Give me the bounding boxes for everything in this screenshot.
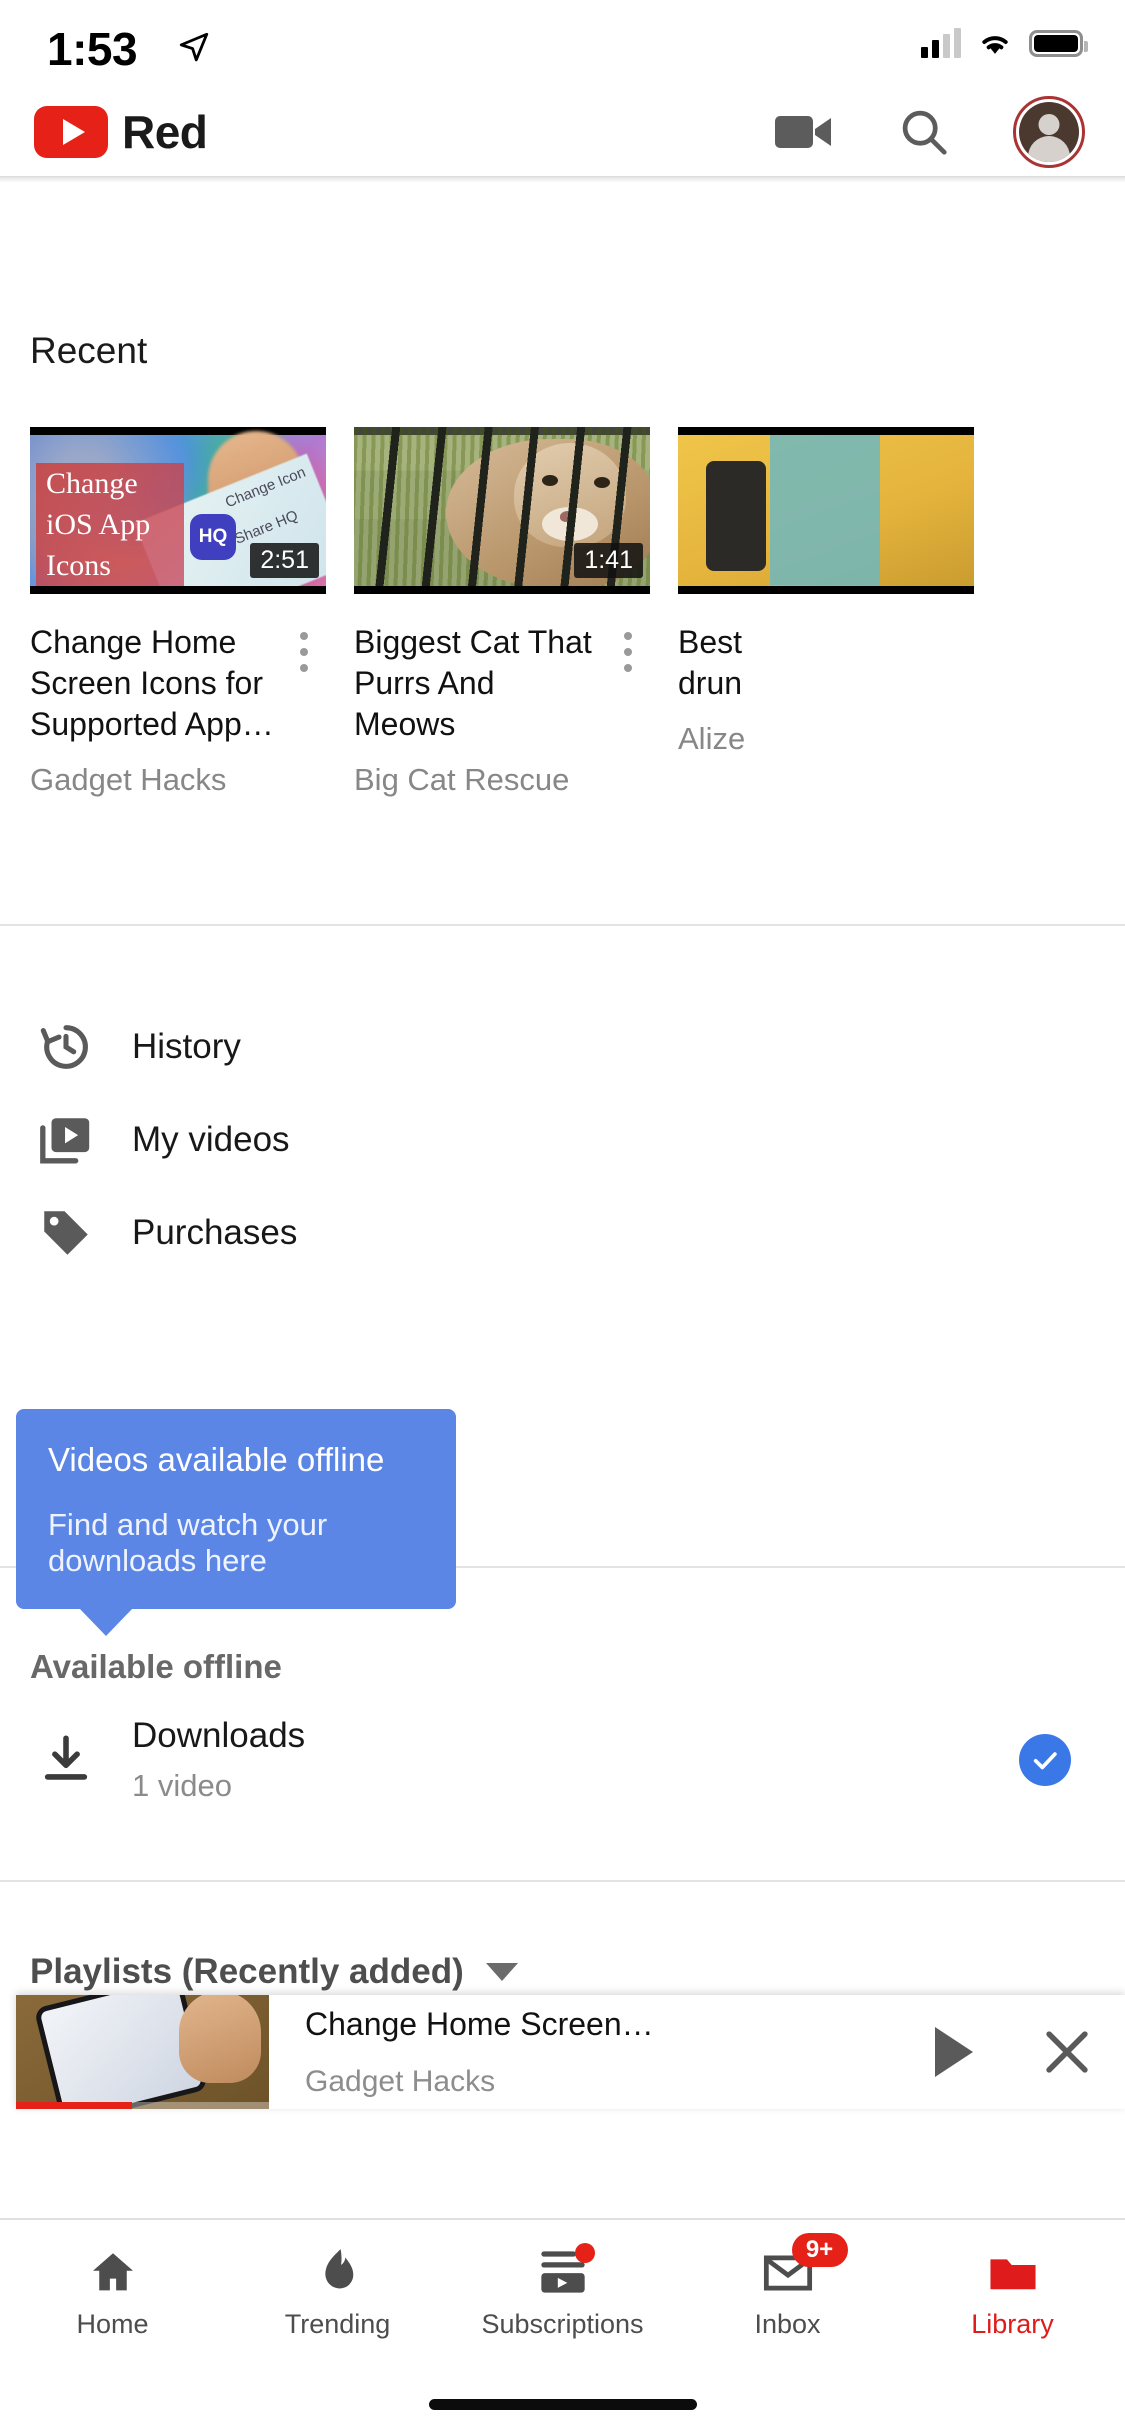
- app-screen: 1:53 Red Recent Change iOS App Icons HQ …: [0, 0, 1125, 2436]
- video-duration: 2:51: [250, 543, 319, 578]
- playlists-header[interactable]: Playlists (Recently added): [30, 1952, 518, 1992]
- menu-item-history[interactable]: History: [0, 1000, 1125, 1094]
- my-videos-icon: [0, 1111, 132, 1169]
- video-title[interactable]: Change Home Screen Icons for Supported A…: [30, 622, 276, 745]
- nav-item-subscriptions[interactable]: Subscriptions: [450, 2242, 675, 2340]
- location-arrow-icon: [179, 32, 209, 62]
- tooltip-subtitle: Find and watch your downloads here: [48, 1507, 328, 1578]
- section-divider: [0, 1880, 1125, 1882]
- mini-player-channel: Gadget Hacks: [305, 2064, 496, 2098]
- kebab-menu-icon[interactable]: [606, 622, 650, 798]
- mini-player-title: Change Home Screen…: [305, 2005, 654, 2042]
- video-card[interactable]: 1:41 Biggest Cat That Purrs And Meows Bi…: [354, 427, 650, 798]
- video-camera-icon[interactable]: [773, 110, 835, 154]
- close-icon[interactable]: [1009, 2023, 1125, 2081]
- recent-section-title: Recent: [30, 330, 148, 371]
- history-clock-icon: [0, 1018, 132, 1076]
- menu-item-label: My videos: [132, 1120, 290, 1159]
- video-meta: Biggest Cat That Purrs And Meows Big Cat…: [354, 622, 650, 798]
- recent-shelf[interactable]: Change iOS App Icons HQ Change Icon Shar…: [0, 427, 1125, 844]
- available-offline-label: Available offline: [30, 1648, 282, 1685]
- unread-dot-badge: [574, 2242, 595, 2263]
- home-indicator: [428, 2399, 697, 2410]
- price-tag-icon: [0, 1204, 132, 1262]
- downloads-subtitle: 1 video: [132, 1768, 232, 1803]
- subscriptions-icon: [537, 2242, 595, 2295]
- account-avatar-icon[interactable]: [1013, 96, 1085, 168]
- header-actions: [773, 96, 1091, 168]
- video-channel[interactable]: Alize: [678, 721, 968, 757]
- inbox-badge: 9+: [791, 2232, 848, 2267]
- menu-item-my-videos[interactable]: My videos: [0, 1093, 1125, 1187]
- nav-label: Library: [971, 2308, 1054, 2339]
- downloads-title: Downloads: [132, 1716, 306, 1755]
- chevron-down-icon[interactable]: [485, 1963, 518, 1981]
- home-icon: [88, 2245, 138, 2295]
- video-thumbnail[interactable]: [678, 427, 974, 594]
- nav-label: Subscriptions: [481, 2308, 644, 2339]
- bottom-navigation: Home Trending Subscriptions 9+ Inbox Lib…: [0, 2218, 1125, 2364]
- library-folder-icon: [987, 2245, 1039, 2295]
- video-meta: Change Home Screen Icons for Supported A…: [30, 622, 326, 798]
- video-thumbnail[interactable]: 1:41: [354, 427, 650, 594]
- video-card[interactable]: Best drun Alize: [678, 427, 974, 757]
- video-duration: 1:41: [574, 543, 643, 578]
- youtube-logo-icon: [34, 106, 108, 158]
- offline-tooltip[interactable]: Videos available offline Find and watch …: [16, 1409, 456, 1636]
- nav-label: Inbox: [754, 2308, 821, 2339]
- thumbnail-text-overlay: Change iOS App Icons: [36, 463, 184, 588]
- brand-logo[interactable]: Red: [34, 105, 208, 159]
- overlay-line: Change: [46, 467, 138, 500]
- video-meta: Best drun Alize: [678, 622, 974, 757]
- inbox-icon: 9+: [762, 2232, 848, 2295]
- search-icon[interactable]: [897, 105, 951, 159]
- video-card[interactable]: Change iOS App Icons HQ Change Icon Shar…: [30, 427, 326, 798]
- status-bar-time: 1:53: [47, 23, 138, 75]
- mini-player-meta: Change Home Screen… Gadget Hacks: [269, 2006, 899, 2099]
- play-icon[interactable]: [899, 2027, 1009, 2077]
- status-bar-indicators: [921, 28, 1088, 58]
- brand-name: Red: [122, 106, 208, 158]
- overlay-line: iOS App: [46, 508, 151, 541]
- check-circle-icon[interactable]: [1019, 1734, 1071, 1786]
- status-bar: 1:53: [0, 0, 1125, 88]
- nav-item-library[interactable]: Library: [900, 2245, 1125, 2340]
- menu-item-purchases[interactable]: Purchases: [0, 1186, 1125, 1280]
- nav-item-trending[interactable]: Trending: [225, 2245, 450, 2340]
- video-channel[interactable]: Gadget Hacks: [30, 762, 276, 798]
- download-icon: [0, 1731, 132, 1789]
- nav-item-inbox[interactable]: 9+ Inbox: [675, 2232, 900, 2340]
- battery-icon: [1029, 29, 1088, 57]
- nav-label: Home: [76, 2308, 149, 2339]
- avatar: [1019, 102, 1079, 162]
- overlay-line: Icons: [46, 549, 111, 582]
- video-thumbnail[interactable]: Change iOS App Icons HQ Change Icon Shar…: [30, 427, 326, 594]
- video-title[interactable]: Best drun: [678, 622, 968, 704]
- video-channel[interactable]: Big Cat Rescue: [354, 762, 600, 798]
- section-divider: [0, 924, 1125, 926]
- flame-icon: [316, 2245, 360, 2295]
- mini-player[interactable]: Change Home Screen… Gadget Hacks: [16, 1995, 1125, 2109]
- app-header: Red: [0, 88, 1125, 176]
- wifi-icon: [982, 36, 1008, 54]
- header-divider: [0, 176, 1125, 182]
- kebab-menu-icon[interactable]: [282, 622, 326, 798]
- video-title[interactable]: Biggest Cat That Purrs And Meows: [354, 622, 600, 745]
- tooltip-pointer: [79, 1608, 133, 1636]
- tooltip-title: Videos available offline: [48, 1441, 385, 1478]
- nav-item-home[interactable]: Home: [0, 2245, 225, 2340]
- menu-item-label: Purchases: [132, 1213, 298, 1252]
- downloads-row[interactable]: Downloads 1 video: [0, 1700, 1125, 1820]
- mini-player-thumbnail[interactable]: [16, 1995, 269, 2109]
- menu-item-label: History: [132, 1027, 241, 1066]
- nav-label: Trending: [284, 2308, 391, 2339]
- app-icon-badge: HQ: [190, 514, 236, 560]
- cellular-signal-icon: [921, 28, 961, 58]
- playlists-label: Playlists (Recently added): [30, 1952, 464, 1991]
